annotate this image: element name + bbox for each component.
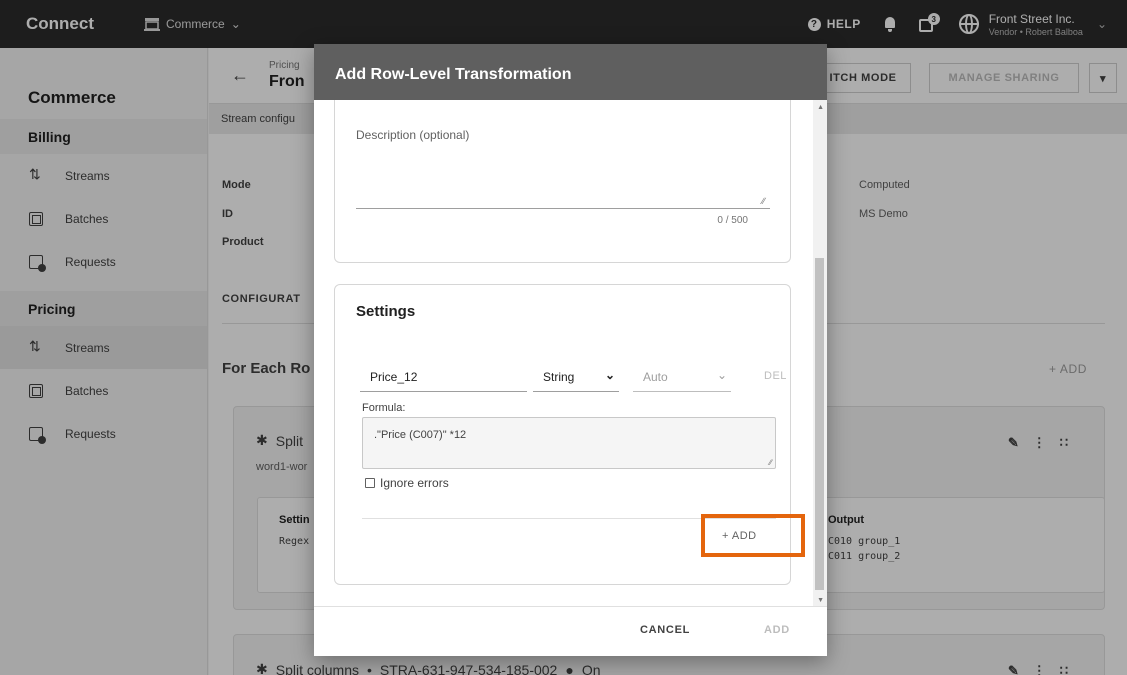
scrollbar-thumb[interactable] [815,258,824,590]
checkbox-icon [365,478,375,488]
precision-value: Auto [643,370,668,384]
formula-value: ."Price (C007)" *12 [374,429,467,441]
dialog-title: Add Row-Level Transformation [314,44,827,100]
formula-label: Formula: [362,402,406,414]
ignore-errors-label: Ignore errors [380,476,449,490]
column-type-value: String [543,370,575,384]
character-counter: 0 / 500 [717,215,748,226]
description-underline [356,208,770,209]
ignore-errors-checkbox[interactable]: Ignore errors [365,476,449,490]
highlight-annotation [701,514,805,557]
scrollbar[interactable]: ▲ ▼ [813,100,827,606]
chevron-down-icon: ⌄ [716,368,727,382]
description-section: Description (optional) ∕∕ 0 / 500 [334,100,791,263]
scroll-up-icon[interactable]: ▲ [817,104,824,111]
scroll-down-icon[interactable]: ▼ [817,597,824,604]
column-name-input[interactable]: Price_12 [360,364,527,392]
add-button[interactable]: ADD [764,624,790,636]
dialog-footer: CANCEL ADD [314,606,827,656]
precision-select[interactable]: Auto ⌄ [633,364,731,392]
resize-handle-icon[interactable]: ∕∕ [762,196,765,206]
chevron-down-icon: ⌄ [604,368,615,382]
column-type-select[interactable]: String ⌄ [533,364,619,392]
delete-column-button[interactable]: DEL [764,370,787,382]
resize-handle-icon[interactable]: ∕∕ [769,458,772,467]
formula-textarea[interactable]: ."Price (C007)" *12 ∕∕ [362,417,776,469]
cancel-button[interactable]: CANCEL [640,624,690,636]
settings-title: Settings [356,303,416,320]
description-field[interactable]: Description (optional) [356,128,469,142]
add-transformation-dialog: Add Row-Level Transformation Description… [314,44,827,656]
